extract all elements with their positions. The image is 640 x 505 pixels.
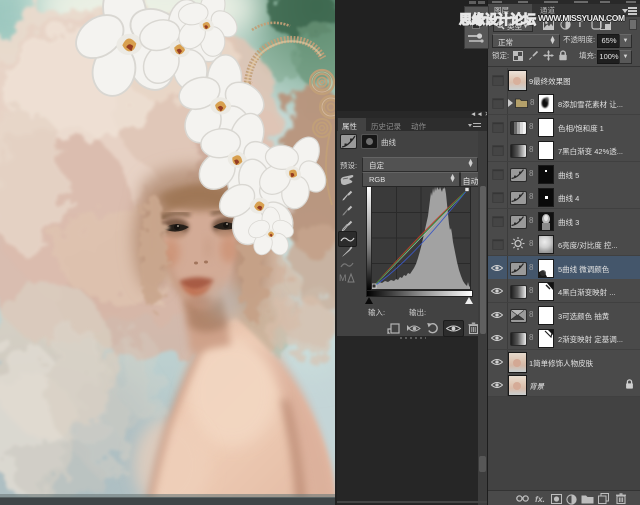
svg-text:M: M (339, 273, 347, 283)
